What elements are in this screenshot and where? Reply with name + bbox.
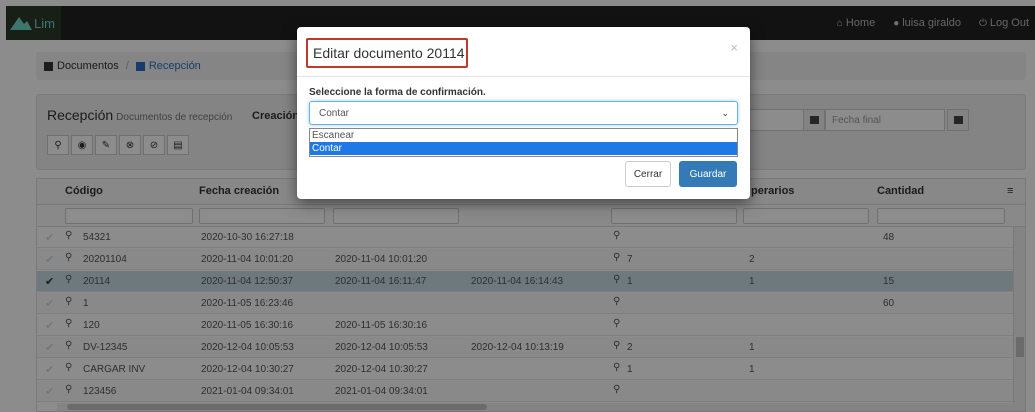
modal-header: Editar documento 20114 ×	[297, 27, 750, 77]
guardar-button[interactable]: Guardar	[679, 161, 737, 187]
option-contar[interactable]: Contar	[310, 142, 737, 155]
modal-title: Editar documento 20114	[313, 45, 465, 61]
close-icon[interactable]: ×	[730, 40, 738, 55]
confirmation-select[interactable]: Contar ⌄	[309, 101, 738, 125]
cerrar-button[interactable]: Cerrar	[625, 161, 671, 187]
edit-document-modal: Editar documento 20114 × Seleccione la f…	[297, 27, 750, 199]
modal-title-highlight: Editar documento 20114	[306, 38, 468, 68]
option-escanear[interactable]: Escanear	[310, 129, 737, 142]
chevron-down-icon: ⌄	[721, 108, 729, 118]
confirmation-dropdown: Escanear Contar	[309, 128, 738, 157]
confirmation-label: Seleccione la forma de confirmación.	[309, 87, 486, 98]
